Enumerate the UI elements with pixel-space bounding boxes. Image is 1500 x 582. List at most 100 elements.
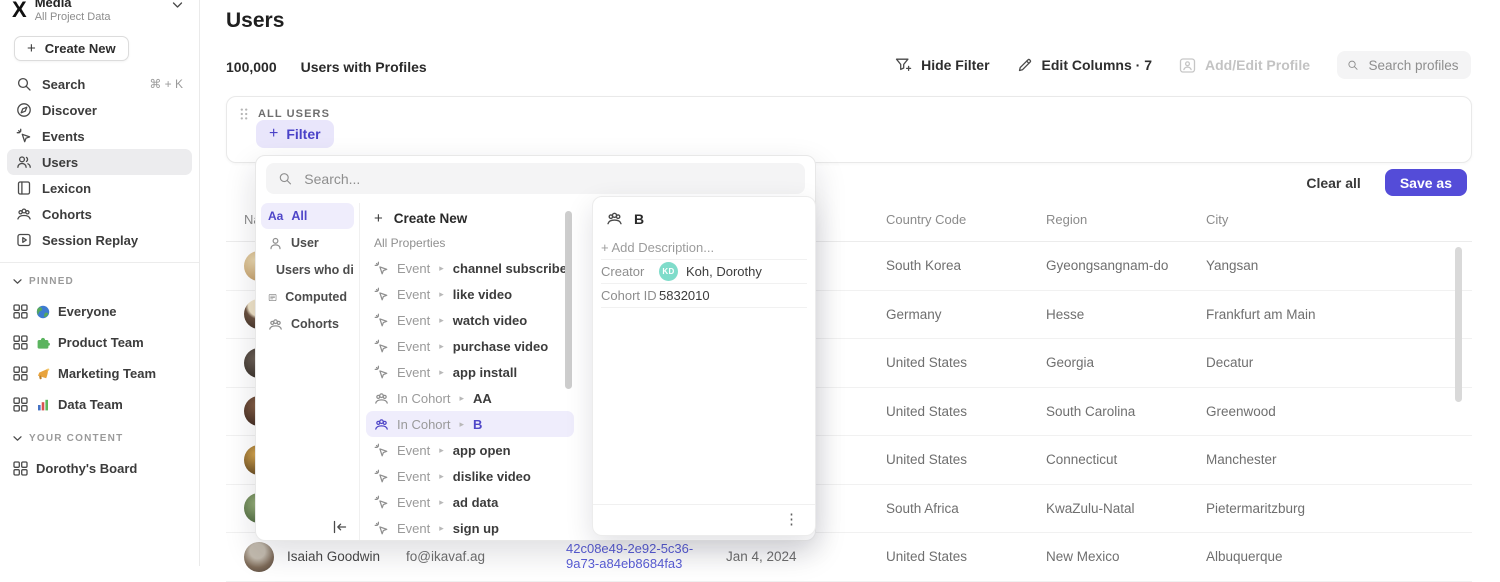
sidebar-item-lexicon[interactable]: Lexicon bbox=[7, 175, 192, 201]
bar-chart-icon bbox=[36, 398, 50, 412]
save-as-button[interactable]: Save as bbox=[1385, 169, 1467, 196]
sidebar-item-users[interactable]: Users bbox=[7, 149, 192, 175]
filter-builder-card: ALL USERS + Filter bbox=[226, 96, 1472, 163]
count-row: 100,000 Users with Profiles bbox=[226, 59, 427, 75]
create-new-button[interactable]: + Create New bbox=[14, 36, 129, 61]
column-header-region[interactable]: Region bbox=[1028, 212, 1188, 227]
clear-all-button[interactable]: Clear all bbox=[1306, 175, 1360, 191]
kebab-menu-icon[interactable]: ⋮ bbox=[784, 511, 799, 529]
cohort-id-value: 5832010 bbox=[659, 288, 710, 303]
caret-icon: ▸ bbox=[439, 263, 444, 274]
search-shortcut: ⌘ + K bbox=[149, 77, 183, 91]
category-users-who-did[interactable]: Users who di... bbox=[261, 257, 354, 283]
add-filter-button[interactable]: + Filter bbox=[256, 120, 334, 148]
sidebar-item-discover[interactable]: Discover bbox=[7, 97, 192, 123]
user-city: Frankfurt am Main bbox=[1188, 307, 1472, 322]
pinned-section-header[interactable]: PINNED bbox=[0, 266, 199, 296]
category-label: User bbox=[291, 236, 319, 250]
user-city: Pietermaritzburg bbox=[1188, 501, 1472, 516]
filter-button-label: Filter bbox=[286, 126, 320, 142]
profile-search-input[interactable] bbox=[1367, 57, 1461, 74]
create-new-label: Create New bbox=[45, 41, 116, 56]
caret-icon: ▸ bbox=[439, 445, 444, 456]
sidebar-item-label: Users bbox=[42, 155, 78, 170]
user-city: Albuquerque bbox=[1188, 549, 1472, 564]
hide-filter-button[interactable]: Hide Filter bbox=[895, 57, 989, 73]
add-edit-profile-button[interactable]: Add/Edit Profile bbox=[1179, 57, 1310, 74]
sidebar-item-cohorts[interactable]: Cohorts bbox=[7, 201, 192, 227]
category-user[interactable]: User bbox=[261, 230, 354, 256]
property-item-event[interactable]: Event▸purchase video bbox=[366, 333, 574, 359]
plus-icon: + bbox=[27, 40, 36, 57]
property-item-cohort-b[interactable]: In Cohort▸B bbox=[366, 411, 574, 437]
property-item-event[interactable]: Event▸app install bbox=[366, 359, 574, 385]
sidebar-item-search[interactable]: Search ⌘ + K bbox=[7, 71, 192, 97]
user-city: Greenwood bbox=[1188, 404, 1472, 419]
all-users-group: ALL USERS bbox=[227, 97, 1471, 121]
column-header-city[interactable]: City bbox=[1188, 212, 1472, 227]
user-region: New Mexico bbox=[1028, 549, 1188, 564]
sidebar-board-dorothys-board[interactable]: Dorothy's Board bbox=[0, 453, 199, 484]
sidebar-item-label: Cohorts bbox=[42, 207, 92, 222]
sidebar-board-product-team[interactable]: Product Team bbox=[0, 327, 199, 358]
user-region: KwaZulu-Natal bbox=[1028, 501, 1188, 516]
board-grid-icon bbox=[13, 304, 28, 319]
your-content-section-header[interactable]: YOUR CONTENT bbox=[0, 423, 199, 453]
column-header-country-code[interactable]: Country Code bbox=[868, 212, 1028, 227]
sidebar-board-marketing-team[interactable]: Marketing Team bbox=[0, 358, 199, 389]
category-computed[interactable]: Computed bbox=[261, 284, 354, 310]
session-replay-icon bbox=[16, 232, 32, 248]
avatar bbox=[244, 542, 274, 572]
sidebar-board-everyone[interactable]: Everyone bbox=[0, 296, 199, 327]
collapse-rail-button[interactable] bbox=[332, 519, 348, 540]
sidebar-board-data-team[interactable]: Data Team bbox=[0, 389, 199, 420]
cohorts-icon bbox=[374, 391, 389, 406]
workspace-switcher[interactable]: X Media All Project Data bbox=[0, 0, 199, 26]
search-icon bbox=[16, 76, 32, 92]
category-label: Users who di... bbox=[276, 263, 354, 277]
compass-icon bbox=[16, 102, 32, 118]
user-distinct-id[interactable]: 42c08e49-2e92-5c36-9a73-a84eb8684fa3 bbox=[548, 542, 708, 571]
add-description-button[interactable]: + Add Description... bbox=[601, 236, 807, 260]
popover-search-input[interactable] bbox=[302, 170, 793, 188]
caret-icon: ▸ bbox=[439, 341, 444, 352]
property-item-event[interactable]: Event▸app open bbox=[366, 437, 574, 463]
user-country: United States bbox=[868, 355, 1028, 370]
property-item-event[interactable]: Event▸watch video bbox=[366, 307, 574, 333]
user-name: Isaiah Goodwin bbox=[287, 549, 380, 564]
property-item-event[interactable]: Event▸channel subscribe bbox=[366, 255, 574, 281]
search-icon bbox=[278, 171, 292, 186]
category-all[interactable]: Aa All bbox=[261, 203, 354, 229]
users-icon bbox=[16, 154, 32, 170]
category-cohorts[interactable]: Cohorts bbox=[261, 311, 354, 337]
cohort-card-footer: ⋮ bbox=[593, 504, 815, 535]
pinned-label: PINNED bbox=[29, 276, 74, 287]
property-item-event[interactable]: Event▸like video bbox=[366, 281, 574, 307]
user-country: United States bbox=[868, 549, 1028, 564]
property-item-event[interactable]: Event▸dislike video bbox=[366, 463, 574, 489]
cohort-title: B bbox=[634, 211, 644, 227]
create-new-property-button[interactable]: + Create New bbox=[366, 205, 574, 231]
sidebar-item-events[interactable]: Events bbox=[7, 123, 192, 149]
plus-icon: + bbox=[269, 125, 278, 143]
edit-columns-button[interactable]: Edit Columns · 7 bbox=[1017, 57, 1152, 73]
event-spark-icon bbox=[374, 287, 389, 302]
sidebar-item-session-replay[interactable]: Session Replay bbox=[7, 227, 192, 253]
workspace-subtitle: All Project Data bbox=[35, 11, 111, 24]
table-scrollbar[interactable] bbox=[1455, 247, 1462, 402]
cohorts-icon bbox=[606, 210, 623, 227]
cohort-id-row: Cohort ID 5832010 bbox=[601, 284, 807, 308]
property-item-cohort[interactable]: In Cohort▸AA bbox=[366, 385, 574, 411]
event-spark-icon bbox=[374, 339, 389, 354]
popover-scrollbar[interactable] bbox=[565, 211, 572, 389]
event-spark-icon bbox=[374, 521, 389, 536]
property-item-event[interactable]: Event▸sign up bbox=[366, 515, 574, 541]
property-item-event[interactable]: Event▸ad data bbox=[366, 489, 574, 515]
edit-columns-label: Edit Columns · 7 bbox=[1042, 57, 1152, 73]
cohort-title-row: B bbox=[593, 197, 815, 227]
event-spark-icon bbox=[16, 128, 32, 144]
drag-handle-icon[interactable] bbox=[239, 107, 249, 121]
cohort-id-label: Cohort ID bbox=[601, 288, 659, 303]
search-icon bbox=[1347, 58, 1359, 72]
board-label: Dorothy's Board bbox=[36, 461, 137, 476]
